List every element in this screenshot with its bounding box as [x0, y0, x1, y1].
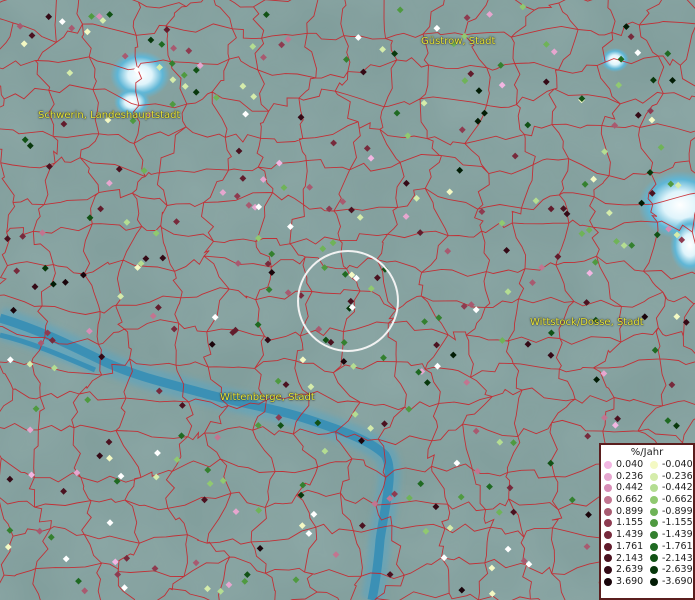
- legend-swatch: [650, 554, 658, 563]
- legend-entry-positive: 3.690: [601, 576, 647, 588]
- legend-row: 2.639 -2.639: [601, 564, 693, 576]
- legend-swatch: [650, 577, 658, 586]
- legend-swatch: [604, 460, 612, 469]
- legend-value: 0.899: [616, 505, 644, 517]
- legend-value: 1.439: [616, 529, 644, 541]
- legend-swatch: [604, 519, 612, 528]
- legend-row: 1.155 -1.155: [601, 517, 693, 529]
- legend-value: 3.690: [616, 575, 644, 587]
- legend-entry-negative: -1.439: [647, 529, 693, 541]
- legend-value: 2.639: [616, 564, 644, 576]
- legend-rows: 0.040 -0.040 0.236 -0.236 0.442 -0.442 0.662 -0…: [601, 459, 693, 588]
- legend-row: 0.899 -0.899: [601, 506, 693, 518]
- legend-swatch: [650, 530, 658, 539]
- city-label-guestrow: Güstrow, Stadt: [421, 36, 496, 47]
- legend-entry-negative: -2.639: [647, 564, 693, 576]
- legend-value: 1.761: [616, 540, 644, 552]
- legend-entry-negative: -2.143: [647, 553, 693, 565]
- legend-value: -1.439: [662, 529, 693, 541]
- legend-entry-positive: 0.236: [601, 471, 647, 483]
- map-view[interactable]: Schwerin, Landeshauptstadt Güstrow, Stad…: [0, 0, 695, 600]
- legend-swatch: [650, 460, 658, 469]
- terrain-texture: [0, 0, 695, 600]
- legend-value: -1.155: [662, 517, 693, 529]
- legend-entry-negative: -3.690: [647, 576, 693, 588]
- legend-value: -0.442: [662, 482, 693, 494]
- legend-row: 0.236 -0.236: [601, 471, 693, 483]
- legend-value: 2.143: [616, 552, 644, 564]
- legend-entry-positive: 1.439: [601, 529, 647, 541]
- legend-swatch: [604, 484, 612, 493]
- legend-value: -1.761: [662, 540, 693, 552]
- legend-entry-positive: 1.155: [601, 517, 647, 529]
- legend-entry-positive: 0.899: [601, 506, 647, 518]
- legend-entry-negative: -1.155: [647, 517, 693, 529]
- legend-swatch: [604, 495, 612, 504]
- city-label-wittstock: Wittstock/Dosse, Stadt: [530, 317, 644, 328]
- city-label-schwerin: Schwerin, Landeshauptstadt: [38, 110, 181, 121]
- legend-entry-positive: 0.662: [601, 494, 647, 506]
- legend-entry-negative: -0.662: [647, 494, 693, 506]
- legend-value: -2.143: [662, 552, 693, 564]
- map-canvas[interactable]: [0, 0, 695, 600]
- legend-value: -0.662: [662, 494, 693, 506]
- legend-value: 0.442: [616, 482, 644, 494]
- legend-value: -0.899: [662, 505, 693, 517]
- legend-entry-positive: 0.040: [601, 459, 647, 471]
- legend-swatch: [604, 507, 612, 516]
- legend-swatch: [650, 495, 658, 504]
- legend-title: %/Jahr: [630, 447, 664, 458]
- legend-row: 0.442 -0.442: [601, 482, 693, 494]
- legend-row: 2.143 -2.143: [601, 553, 693, 565]
- legend-row: 1.439 -1.439: [601, 529, 693, 541]
- legend-entry-negative: -0.899: [647, 506, 693, 518]
- legend-row: 0.662 -0.662: [601, 494, 693, 506]
- legend-swatch: [650, 542, 658, 551]
- legend-value: 1.155: [616, 517, 644, 529]
- legend-entry-positive: 2.639: [601, 564, 647, 576]
- legend-value: 0.236: [616, 470, 644, 482]
- legend-swatch: [650, 566, 658, 575]
- legend-swatch: [604, 566, 612, 575]
- legend-entry-negative: -0.442: [647, 482, 693, 494]
- legend-entry-positive: 1.761: [601, 541, 647, 553]
- legend-swatch: [604, 472, 612, 481]
- legend-value: -2.639: [662, 564, 693, 576]
- legend-entry-negative: -0.236: [647, 471, 693, 483]
- legend-value: 0.040: [616, 459, 644, 470]
- legend-value: -3.690: [662, 575, 693, 587]
- city-label-wittenberge: Wittenberge, Stadt: [220, 392, 315, 403]
- legend-entry-positive: 2.143: [601, 553, 647, 565]
- legend-value: -0.236: [662, 470, 693, 482]
- legend-swatch: [604, 530, 612, 539]
- legend-row: 1.761 -1.761: [601, 541, 693, 553]
- legend-swatch: [650, 484, 658, 493]
- legend-value: 0.662: [616, 494, 644, 506]
- legend-entry-negative: -1.761: [647, 541, 693, 553]
- legend-row: 0.040 -0.040: [601, 459, 693, 471]
- legend-swatch: [604, 554, 612, 563]
- legend-entry-positive: 0.442: [601, 482, 647, 494]
- legend-entry-negative: -0.040: [647, 459, 693, 471]
- legend-row: 3.690 -3.690: [601, 576, 693, 588]
- legend-swatch: [604, 542, 612, 551]
- legend-swatch: [604, 577, 612, 586]
- legend-panel: %/Jahr 0.040 -0.040 0.236 -0.236 0.442 -0.442…: [599, 443, 695, 600]
- legend-swatch: [650, 519, 658, 528]
- legend-swatch: [650, 472, 658, 481]
- legend-swatch: [650, 507, 658, 516]
- legend-value: -0.040: [662, 459, 693, 470]
